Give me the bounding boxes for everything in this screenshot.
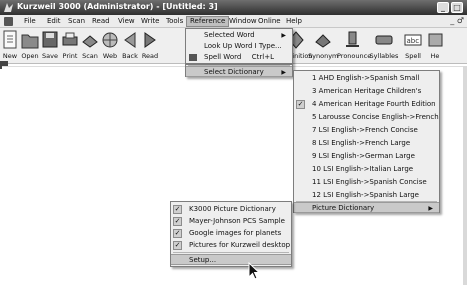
menu-reference[interactable]: Reference [186,16,230,27]
vertical-scrollbar[interactable] [463,66,467,285]
spell-icon: abc [404,34,422,46]
checkmark-icon: ✓ [296,100,305,109]
dictionary-item[interactable]: 1 AHD English->Spanish Small [294,73,439,84]
dictionary-item[interactable]: 12 LSI English->Spanish Large [294,190,439,201]
pronounce-button[interactable]: Pronounce [337,30,371,62]
spell-word-icon [189,54,197,61]
svg-text:abc: abc [407,37,420,45]
menu-help[interactable]: Help [286,17,302,25]
reference-menu: Selected Word ▶ Look Up Word I Type... S… [185,28,293,64]
submenu-arrow-icon: ▶ [281,32,286,39]
menu-file[interactable]: File [24,17,36,25]
menu-item-select-dictionary[interactable]: Select Dictionary ▶ [186,66,292,77]
menu-scan[interactable]: Scan [68,17,85,25]
picture-dictionary-submenu: ✓ K3000 Picture Dictionary ✓ Mayer-Johns… [170,201,292,267]
menu-read[interactable]: Read [92,17,110,25]
play-icon [144,32,156,48]
spell-button[interactable]: abc Spell [404,30,422,62]
menu-item-setup[interactable]: Setup... [171,254,291,265]
dictionary-item[interactable]: 3 American Heritage Children's [294,86,439,97]
help-button[interactable]: He [428,30,443,62]
back-arrow-icon [124,32,136,48]
menu-item-spell-word[interactable]: Spell Word Ctrl+L [186,52,292,63]
submenu-arrow-icon: ▶ [428,205,433,212]
syllables-icon [375,35,393,45]
reference-menu-lower: Select Dictionary ▶ [185,64,293,77]
dictionary-item[interactable]: 7 LSI English->French Concise [294,125,439,136]
window-title: Kurzweil 3000 (Administrator) - [Untitle… [17,2,218,11]
title-bar: Kurzweil 3000 (Administrator) - [Untitle… [0,0,467,15]
document-menu-icon[interactable] [4,17,13,26]
picture-dictionary-item[interactable]: ✓ K3000 Picture Dictionary [171,204,291,215]
save-disk-icon [42,31,58,48]
kurzweil-logo-icon [4,3,13,12]
syllables-button[interactable]: Syllables [370,30,398,62]
menu-tools[interactable]: Tools [166,17,183,25]
app-window: Kurzweil 3000 (Administrator) - [Untitle… [0,0,467,285]
menu-write[interactable]: Write [141,17,159,25]
globe-icon [102,32,118,48]
checkmark-icon: ✓ [173,241,182,250]
picture-dictionary-item[interactable]: ✓ Mayer-Johnson PCS Sample [171,216,291,227]
menu-separator [173,252,289,253]
dictionary-item[interactable]: ✓ 4 American Heritage Fourth Edition [294,99,439,110]
menu-window[interactable]: Window [229,17,257,25]
help-icon [428,33,443,47]
scanner-icon [82,35,98,48]
picture-dictionary-item[interactable]: ✓ Google images for planets [171,228,291,239]
checkmark-icon: ✓ [173,205,182,214]
dictionary-item[interactable]: 9 LSI English->German Large [294,151,439,162]
menu-view[interactable]: View [118,17,135,25]
maximize-button[interactable]: □ [451,2,463,13]
menu-item-selected-word[interactable]: Selected Word ▶ [186,30,292,41]
dictionary-item[interactable]: 11 LSI English->Spanish Concise [294,177,439,188]
picture-dictionary-item[interactable]: ✓ Pictures for Kurzweil desktop [171,240,291,251]
open-folder-icon [21,34,39,49]
menu-item-look-up-word[interactable]: Look Up Word I Type... [186,41,292,52]
dictionary-submenu: 1 AHD English->Spanish Small 3 American … [293,70,440,213]
dictionary-item[interactable]: 5 Larousse Concise English->French [294,112,439,123]
mdi-controls[interactable]: _ ♂ [450,16,464,25]
checkmark-icon: ✓ [173,217,182,226]
printer-icon [62,32,78,46]
menu-bar: File Edit Scan Read View Write Tools Ref… [0,15,467,28]
synonym-icon [315,34,331,48]
menu-item-picture-dictionary[interactable]: Picture Dictionary ▶ [294,202,439,213]
dictionary-item[interactable]: 10 LSI English->Italian Large [294,164,439,175]
submenu-arrow-icon: ▶ [281,69,286,76]
synonym-button[interactable]: Synonym [308,30,338,62]
checkmark-icon: ✓ [173,229,182,238]
mouse-cursor-icon [248,262,261,280]
pronounce-icon [346,31,359,47]
dictionary-item[interactable]: 8 LSI English->French Large [294,138,439,149]
menu-online[interactable]: Online [258,17,281,25]
menu-edit[interactable]: Edit [47,17,61,25]
new-button[interactable]: New [3,30,17,62]
minimize-button[interactable]: _ [437,2,449,13]
new-document-icon [3,30,17,49]
read-button[interactable]: Read [142,30,158,62]
